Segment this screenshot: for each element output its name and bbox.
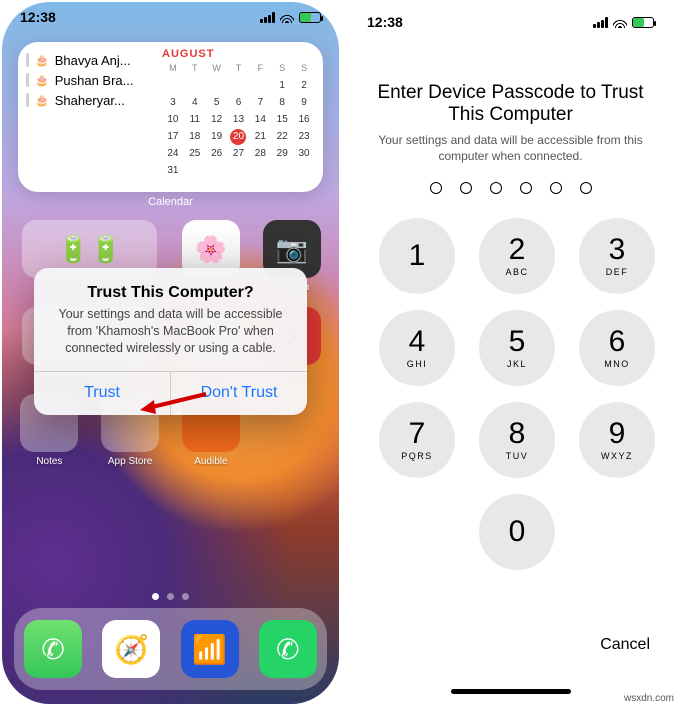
dock-phone-app[interactable]: ✆ <box>24 620 82 678</box>
birthday-item: 🎂Bhavya Anj... <box>26 50 152 70</box>
wifi-icon <box>280 12 294 23</box>
screenshot-container: 12:38 🎂Bhavya Anj... 🎂Pushan Bra... 🎂Sha… <box>0 0 680 706</box>
status-icons <box>593 17 654 28</box>
watermark: wsxdn.com <box>624 693 674 704</box>
page-indicator[interactable] <box>2 593 339 600</box>
dock-podcasts-app[interactable]: 📶 <box>181 620 239 678</box>
widget-label: Calendar <box>2 196 339 208</box>
dock: ✆ 🧭 📶 ✆ <box>14 608 327 690</box>
keypad-key-8[interactable]: 8TUV <box>479 402 555 478</box>
trust-alert: Trust This Computer? Your settings and d… <box>34 268 307 415</box>
keypad-key-6[interactable]: 6MNO <box>579 310 655 386</box>
cancel-button[interactable]: Cancel <box>600 636 650 654</box>
battery-icon <box>632 17 654 28</box>
signal-icon <box>260 12 275 23</box>
cake-icon: 🎂 <box>35 94 49 107</box>
keypad-key-9[interactable]: 9WXYZ <box>579 402 655 478</box>
wifi-icon <box>613 17 627 28</box>
status-bar: 12:38 <box>343 2 678 42</box>
keypad-key-5[interactable]: 5JKL <box>479 310 555 386</box>
calendar-month: AUGUST <box>162 48 315 60</box>
status-time: 12:38 <box>367 14 403 30</box>
passcode-dots <box>343 182 678 194</box>
status-time: 12:38 <box>20 9 56 25</box>
dock-safari-app[interactable]: 🧭 <box>102 620 160 678</box>
numeric-keypad: 1 2ABC 3DEF 4GHI 5JKL 6MNO 7PQRS 8TUV 9WXYZ 0 <box>343 218 678 570</box>
alert-message: Your settings and data will be accessibl… <box>50 306 291 357</box>
status-icons <box>260 12 321 23</box>
calendar-widget[interactable]: 🎂Bhavya Anj... 🎂Pushan Bra... 🎂Shaheryar… <box>18 42 323 192</box>
cake-icon: 🎂 <box>35 74 49 87</box>
phone-right-passcode: 12:38 Enter Device Passcode to Trust Thi… <box>343 2 678 704</box>
trust-button[interactable]: Trust <box>34 372 171 415</box>
keypad-key-4[interactable]: 4GHI <box>379 310 455 386</box>
keypad-key-2[interactable]: 2ABC <box>479 218 555 294</box>
passcode-subtitle: Your settings and data will be accessibl… <box>343 132 678 164</box>
keypad-key-0[interactable]: 0 <box>479 494 555 570</box>
signal-icon <box>593 17 608 28</box>
keypad-key-3[interactable]: 3DEF <box>579 218 655 294</box>
calendar-grid: AUGUST MTWTFSS 1234567891011121314151617… <box>158 42 323 192</box>
alert-title: Trust This Computer? <box>50 284 291 302</box>
birthday-item: 🎂Shaheryar... <box>26 90 152 110</box>
dont-trust-button[interactable]: Don't Trust <box>171 372 307 415</box>
keypad-key-1[interactable]: 1 <box>379 218 455 294</box>
birthday-list: 🎂Bhavya Anj... 🎂Pushan Bra... 🎂Shaheryar… <box>18 42 158 192</box>
cake-icon: 🎂 <box>35 54 49 67</box>
phone-left-home: 12:38 🎂Bhavya Anj... 🎂Pushan Bra... 🎂Sha… <box>2 2 339 704</box>
birthday-item: 🎂Pushan Bra... <box>26 70 152 90</box>
keypad-key-7[interactable]: 7PQRS <box>379 402 455 478</box>
home-indicator[interactable] <box>451 689 571 694</box>
battery-icon <box>299 12 321 23</box>
status-bar: 12:38 <box>2 2 339 32</box>
passcode-title: Enter Device Passcode to Trust This Comp… <box>343 42 678 132</box>
dock-whatsapp-app[interactable]: ✆ <box>259 620 317 678</box>
